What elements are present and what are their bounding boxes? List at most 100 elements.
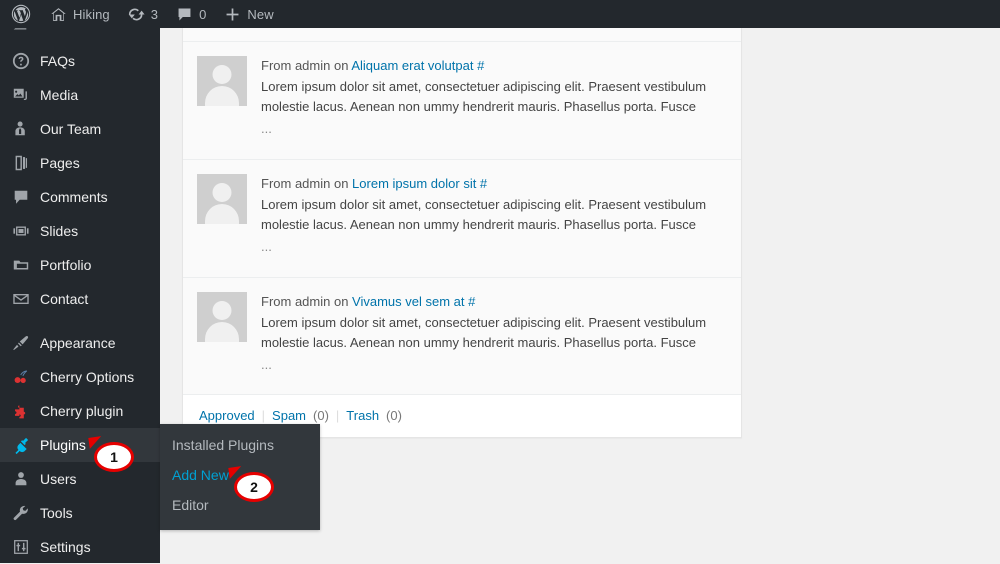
sidebar-item-pages[interactable]: Pages — [0, 146, 160, 180]
sidebar-item-label: Cherry plugin — [40, 402, 124, 419]
cherry-icon — [11, 367, 31, 387]
submenu-item-installed-plugins[interactable]: Installed Plugins — [160, 431, 320, 461]
plug-icon — [11, 435, 31, 455]
sidebar-item-label: Plugins — [40, 436, 86, 453]
comment-author-prefix: From admin on — [261, 175, 349, 191]
avatar — [197, 56, 247, 106]
paintbrush-icon — [11, 333, 31, 353]
comment-author-prefix: From admin on — [261, 58, 349, 73]
updates-count: 3 — [150, 6, 159, 22]
comment-text: Lorem ipsum dolor sit amet, consectetuer… — [261, 314, 707, 330]
comment-text: Lorem ipsum dolor sit amet, consectetuer… — [261, 79, 707, 95]
comments-count: 0 — [199, 6, 207, 22]
sidebar-item-cherry-plugin[interactable]: Cherry plugin — [0, 394, 160, 428]
comments-button[interactable]: 0 — [167, 0, 215, 28]
sidebar-item-label: Tools — [40, 504, 73, 521]
user-badge-icon — [11, 119, 31, 139]
comment-ellipsis: ... — [261, 239, 272, 255]
site-name-menu[interactable]: Hiking — [41, 0, 119, 28]
sidebar-item-label: Slides — [40, 222, 79, 239]
sidebar-item-label: Pages — [40, 154, 80, 171]
sidebar-divider — [0, 316, 160, 326]
portfolio-folder-icon — [11, 255, 31, 275]
comment-post-link[interactable]: Vivamus vel sem at # — [352, 294, 475, 309]
comment-author-prefix: From admin on — [261, 293, 349, 309]
sidebar-item-label: Our Team — [40, 120, 102, 137]
wordpress-logo-icon — [11, 4, 31, 24]
comment-bubble-icon — [11, 187, 31, 207]
sidebar-item-appearance[interactable]: Appearance — [0, 326, 160, 360]
sidebar-item-comments[interactable]: Comments — [0, 180, 160, 214]
pages-icon — [11, 153, 31, 173]
comment-bubble-icon — [176, 6, 193, 23]
sidebar-scrolled-item-partial — [0, 28, 160, 44]
sidebar-item-label: Users — [40, 470, 77, 487]
sidebar-item-our-team[interactable]: Our Team — [0, 112, 160, 146]
avatar — [197, 291, 247, 342]
marker-number: 2 — [234, 472, 274, 502]
site-name-label: Hiking — [73, 6, 110, 22]
sidebar-item-label: Contact — [40, 290, 89, 307]
sidebar-item-portfolio[interactable]: Portfolio — [0, 248, 160, 282]
puzzle-piece-icon — [11, 401, 31, 421]
comment-text: molestie lacus. Aenean non ummy hendreri… — [261, 99, 696, 115]
sidebar-item-label: Settings — [40, 538, 91, 555]
partial-icon — [11, 28, 29, 40]
comment-ellipsis: ... — [261, 357, 272, 373]
sidebar-item-label: Appearance — [40, 334, 116, 351]
sidebar-item-slides[interactable]: Slides — [0, 214, 160, 248]
new-content-label: New — [247, 6, 274, 22]
sidebar-item-settings[interactable]: Settings — [0, 530, 160, 564]
sidebar-item-label: Media — [40, 86, 79, 103]
sidebar-item-label: Portfolio — [40, 256, 92, 273]
sidebar-item-cherry-options[interactable]: Cherry Options — [0, 360, 160, 394]
filter-trash-count: (0) — [386, 408, 402, 424]
comment-header: From admin on Lorem ipsum dolor sit # — [261, 174, 725, 194]
marker-number: 1 — [94, 442, 134, 472]
filter-spam[interactable]: Spam — [272, 408, 306, 423]
plus-icon — [224, 6, 241, 23]
comment-text: Lorem ipsum dolor sit amet, consectetuer… — [261, 196, 707, 212]
wrench-icon — [11, 503, 31, 523]
comment-header: From admin on Aliquam erat volutpat # — [261, 56, 725, 76]
admin-sidebar-menu: FAQs Media Our Team Pages Comments Slide… — [0, 28, 168, 564]
comment-text: molestie lacus. Aenean non ummy hendreri… — [261, 217, 696, 233]
comment-post-link[interactable]: Lorem ipsum dolor sit # — [352, 176, 487, 191]
sidebar-item-tools[interactable]: Tools — [0, 496, 160, 530]
sidebar-item-label: Comments — [40, 188, 108, 205]
updates-button[interactable]: 3 — [119, 0, 167, 28]
recent-comments-panel: molestie lacus. Aenean non ummy hendreri… — [182, 28, 742, 439]
sidebar-item-users[interactable]: Users — [0, 462, 160, 496]
step-marker-1: 1 — [88, 436, 134, 472]
comment-text: molestie lacus. Aenean non ummy hendreri… — [261, 334, 696, 350]
sidebar-item-label: FAQs — [40, 52, 76, 69]
table-row[interactable]: From admin on Lorem ipsum dolor sit # Lo… — [183, 159, 741, 278]
admin-bar: Hiking 3 0 New — [0, 0, 1000, 28]
sliders-icon — [11, 537, 31, 557]
home-icon — [50, 6, 67, 23]
table-row[interactable]: From admin on Vivamus vel sem at # Lorem… — [183, 277, 741, 396]
table-row[interactable]: molestie lacus. Aenean non ummy hendreri… — [183, 28, 741, 42]
sidebar-item-contact[interactable]: Contact — [0, 282, 160, 316]
comment-header: From admin on Vivamus vel sem at # — [261, 292, 725, 312]
avatar — [197, 173, 247, 224]
comment-ellipsis: ... — [261, 121, 272, 137]
update-refresh-icon — [128, 6, 145, 23]
slides-icon — [11, 221, 31, 241]
comment-post-link[interactable]: Aliquam erat volutpat # — [351, 58, 484, 73]
filter-trash[interactable]: Trash — [346, 408, 379, 423]
filter-spam-count: (0) — [313, 408, 329, 424]
sidebar-item-label: Cherry Options — [40, 368, 135, 385]
wordpress-logo-button[interactable] — [0, 0, 41, 28]
sidebar-item-media[interactable]: Media — [0, 78, 160, 112]
media-icon — [11, 85, 31, 105]
table-row[interactable]: From admin on Aliquam erat volutpat # Lo… — [183, 42, 741, 160]
envelope-icon — [11, 289, 31, 309]
new-content-button[interactable]: New — [215, 0, 282, 28]
step-marker-2: 2 — [228, 466, 274, 502]
sidebar-item-faqs[interactable]: FAQs — [0, 44, 160, 78]
user-icon — [11, 469, 31, 489]
filter-approved[interactable]: Approved — [199, 408, 255, 423]
sidebar-item-plugins[interactable]: Plugins — [0, 428, 168, 462]
filter-divider: | — [335, 408, 340, 424]
